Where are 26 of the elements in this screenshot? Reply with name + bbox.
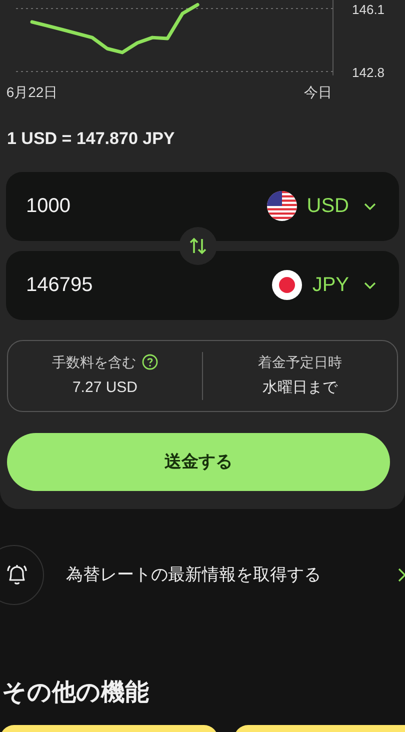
- axis-label: 今日: [304, 85, 332, 99]
- amount-input[interactable]: 146795: [26, 270, 176, 300]
- axis-label: 6月22日: [6, 85, 58, 99]
- axis-label: 146.1: [352, 3, 385, 16]
- section-title: その他の機能: [2, 678, 150, 708]
- rate-alert-link[interactable]: 為替レートの最新情報を取得する: [0, 538, 405, 610]
- arrival-value: 水曜日まで: [262, 378, 338, 398]
- swap-arrows-icon: [189, 236, 207, 254]
- flag-icon: [266, 191, 297, 221]
- amount-input[interactable]: 1000: [26, 191, 176, 221]
- exchange-rate: 1 USD = 147.870 JPY: [6, 128, 176, 150]
- currency-code[interactable]: JPY: [312, 270, 349, 300]
- amount-field[interactable]: 1000 USD: [6, 172, 399, 240]
- send-button[interactable]: 送金する: [7, 432, 390, 490]
- fee-value: 7.27 USD: [72, 378, 138, 398]
- chevron-right-icon[interactable]: [397, 566, 405, 582]
- rate-alert-text: 為替レートの最新情報を取得する: [66, 564, 321, 586]
- axis-label: 142.8: [352, 66, 385, 79]
- arrival-label: 着金予定日時: [258, 352, 342, 372]
- fee-label: 手数料を含む: [52, 352, 136, 372]
- help-icon[interactable]: [142, 354, 158, 370]
- currency-code[interactable]: USD: [306, 191, 349, 221]
- chevron-down-icon[interactable]: [363, 202, 377, 210]
- amount-field[interactable]: 146795 JPY: [6, 250, 399, 320]
- chevron-down-icon[interactable]: [363, 280, 377, 290]
- flag-icon: [272, 270, 302, 300]
